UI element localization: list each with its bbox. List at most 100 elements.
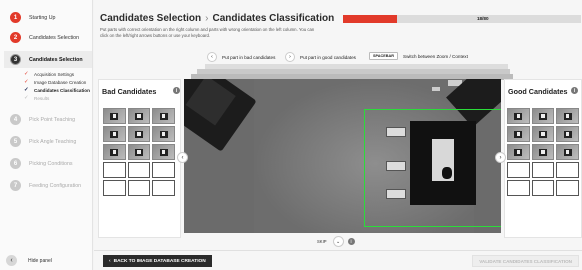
put-bad-label: Put part in bad candidates — [222, 54, 276, 60]
sidebar-step-picking-conditions: 6 Picking Conditions — [10, 158, 73, 169]
empty-slot — [531, 180, 555, 196]
check-icon: ✓ — [24, 71, 29, 77]
candidate-thumbnail[interactable] — [507, 126, 530, 142]
skip-label: SKIP — [317, 239, 327, 244]
part-mounting-hole — [442, 167, 452, 179]
empty-slot — [152, 162, 175, 178]
page-description: Put parts with correct orientation on th… — [100, 27, 315, 38]
step-number: 5 — [10, 136, 21, 147]
empty-slot — [531, 162, 555, 178]
step-label: Starting Up — [29, 14, 56, 21]
candidate-thumbnail[interactable] — [152, 126, 175, 142]
bad-candidates-panel: Bad Candidates i — [98, 79, 181, 238]
bad-candidates-title: Bad Candidates — [102, 87, 157, 96]
candidate-thumbnail[interactable] — [103, 108, 126, 124]
bad-candidates-grid — [103, 108, 175, 196]
step-number: 1 — [10, 12, 21, 23]
validate-button: VALIDATE CANDIDATES CLASSIFICATION — [472, 255, 579, 267]
substep-label: Candidates Classification — [34, 87, 90, 93]
info-icon[interactable]: i — [173, 87, 180, 94]
candidate-thumbnail[interactable] — [531, 126, 555, 142]
put-good-control[interactable]: › Put part in good candidates — [285, 52, 356, 62]
sidebar-step-pick-angle: 5 Pick Angle Teaching — [10, 136, 76, 147]
step-label: Candidates Selection — [29, 56, 83, 63]
candidate-thumbnail[interactable] — [127, 108, 151, 124]
breadcrumb-separator: › — [205, 13, 209, 24]
app-window: 1 Starting Up 2 Candidates Selection 3 C… — [0, 0, 582, 270]
empty-slot — [127, 180, 151, 196]
check-icon: ✓ — [24, 87, 29, 93]
step-label: Feeding Configuration — [29, 182, 82, 189]
empty-slot — [152, 180, 175, 196]
candidate-thumbnail[interactable] — [152, 108, 175, 124]
back-button-label: BACK TO IMAGE DATABASE CREATION — [113, 258, 206, 264]
chevron-left-icon: ‹ — [6, 255, 17, 266]
substep-candidates-classification[interactable]: ✓ Candidates Classification — [24, 87, 90, 93]
sidebar: 1 Starting Up 2 Candidates Selection 3 C… — [0, 0, 93, 270]
arrow-left-icon[interactable]: ‹ — [207, 52, 217, 62]
candidate-thumbnail[interactable] — [103, 144, 126, 160]
empty-slot — [103, 162, 126, 178]
arrow-left-icon: ‹ — [109, 258, 111, 264]
candidate-thumbnail[interactable] — [103, 126, 126, 142]
hide-panel-button[interactable]: ‹ Hide panel — [6, 255, 52, 266]
page-title: Candidates Selection › Candidates Classifi… — [100, 13, 334, 24]
candidate-bounding-box — [364, 109, 501, 227]
info-icon[interactable]: i — [347, 238, 355, 245]
sidebar-step-starting-up[interactable]: 1 Starting Up — [10, 12, 56, 23]
candidate-thumbnail[interactable] — [531, 144, 555, 160]
progress-text: 18/80 — [477, 16, 489, 21]
empty-slot — [103, 180, 126, 196]
sidebar-step-candidates-selection-prev[interactable]: 2 Candidates Selection — [10, 32, 79, 43]
next-arrow-button[interactable]: › — [495, 152, 506, 163]
chevron-down-icon[interactable]: ⌄ — [332, 236, 344, 247]
zoom-toggle-control[interactable]: SPACEBAR Switch between Zoom / Context — [369, 52, 468, 60]
candidate-thumbnail[interactable] — [556, 144, 579, 160]
skip-control[interactable]: SKIP ⌄ i — [317, 236, 355, 247]
candidate-thumbnail[interactable] — [556, 126, 579, 142]
substep-label: Results — [34, 95, 50, 101]
substep-acquisition-settings[interactable]: ✓ Acquisition Settings — [24, 71, 74, 77]
previous-arrow-button[interactable]: ‹ — [177, 152, 188, 163]
candidate-thumbnail[interactable] — [127, 144, 151, 160]
put-good-label: Put part in good candidates — [300, 54, 356, 60]
check-icon: ✓ — [24, 79, 29, 85]
back-button[interactable]: ‹ BACK TO IMAGE DATABASE CREATION — [103, 255, 212, 267]
substep-label: Image Database Creation — [34, 79, 87, 85]
substep-image-database-creation[interactable]: ✓ Image Database Creation — [24, 79, 86, 85]
sidebar-step-candidates-selection[interactable]: 3 Candidates Selection — [4, 51, 92, 68]
empty-slot — [507, 180, 530, 196]
hide-panel-label: Hide panel — [28, 257, 52, 264]
step-label: Picking Conditions — [29, 160, 73, 167]
sidebar-step-feeding-configuration: 7 Feeding Configuration — [10, 180, 81, 191]
arrow-right-icon[interactable]: › — [285, 52, 295, 62]
candidate-thumbnail[interactable] — [556, 108, 579, 124]
candidate-thumbnail[interactable] — [531, 108, 555, 124]
breadcrumb-parent: Candidates Selection — [100, 13, 202, 24]
neighbor-part-left — [184, 79, 257, 152]
empty-slot — [127, 162, 151, 178]
step-number: 7 — [10, 180, 21, 191]
check-icon: ✓ — [24, 95, 29, 101]
put-bad-control[interactable]: ‹ Put part in bad candidates — [207, 52, 275, 62]
sidebar-step-pick-point: 4 Pick Point Teaching — [10, 114, 75, 125]
step-number: 2 — [10, 32, 21, 43]
candidate-thumbnail[interactable] — [152, 144, 175, 160]
step-label: Candidates Selection — [29, 34, 80, 41]
candidate-thumbnail[interactable] — [507, 108, 530, 124]
good-candidates-grid — [507, 108, 579, 196]
progress-bar: 18/80 — [343, 15, 581, 23]
candidate-thumbnail[interactable] — [507, 144, 530, 160]
substep-label: Acquisition Settings — [34, 71, 75, 77]
spacebar-key: SPACEBAR — [369, 52, 399, 60]
empty-slot — [507, 162, 530, 178]
substep-results: ✓ Results — [24, 95, 49, 101]
main-content: Candidates Selection › Candidates Classifi… — [94, 0, 582, 270]
bottom-action-bar: ‹ BACK TO IMAGE DATABASE CREATION VALIDA… — [94, 250, 582, 270]
info-icon[interactable]: i — [571, 87, 578, 94]
candidate-image-viewer[interactable] — [184, 79, 501, 233]
empty-slot — [556, 162, 579, 178]
validate-button-label: VALIDATE CANDIDATES CLASSIFICATION — [479, 258, 572, 264]
candidate-thumbnail[interactable] — [127, 126, 151, 142]
step-number: 4 — [10, 114, 21, 125]
